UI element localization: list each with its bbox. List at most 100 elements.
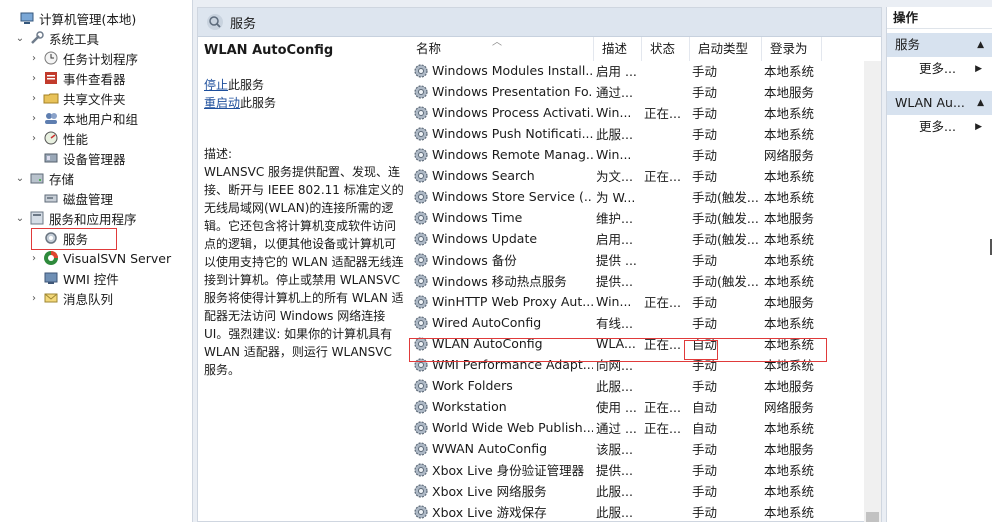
expand-right-icon[interactable]: › — [28, 113, 40, 124]
tree-item-label: 本地用户和组 — [63, 111, 139, 127]
selected-row-highlight — [409, 338, 827, 362]
tree-item[interactable]: ⌄ 系统工具 — [14, 28, 99, 48]
service-row[interactable]: Windows Update 启用... 手动(触发... 本地系统 — [408, 228, 881, 249]
restart-service-line: 重启动此服务 — [204, 94, 408, 112]
column-header-status[interactable]: 状态 — [642, 37, 690, 61]
service-description-cell: 通过... — [596, 85, 633, 100]
tree-item[interactable]: › VisualSVN Server — [28, 248, 171, 268]
service-row[interactable]: WWAN AutoConfig 该服... 手动 本地服务 — [408, 438, 881, 459]
service-row[interactable]: World Wide Web Publish... 通过 ... 正在... 自动 本地… — [408, 417, 881, 438]
service-row[interactable]: Windows Presentation Fo... 通过... 手动 本地服务 — [408, 81, 881, 102]
service-row[interactable]: Windows Process Activati... Win... 正在... 手动… — [408, 102, 881, 123]
tree-item[interactable]: › 共享文件夹 — [28, 88, 126, 108]
service-row[interactable]: Windows 移动热点服务 提供... 手动(触发... 本地系统 — [408, 270, 881, 291]
service-description-cell: 提供... — [596, 274, 633, 289]
collapse-up-icon[interactable]: ▲ — [977, 91, 984, 115]
service-status-cell: 正在... — [644, 421, 681, 436]
tree-item-label: 共享文件夹 — [63, 91, 126, 107]
service-description-cell: Win... — [596, 294, 632, 309]
vertical-scrollbar[interactable] — [864, 61, 881, 522]
service-startup-type-cell: 手动 — [692, 64, 718, 79]
service-row[interactable]: Wired AutoConfig 有线... 手动 本地系统 — [408, 312, 881, 333]
tree-item[interactable]: 设备管理器 — [28, 148, 126, 168]
tree-item[interactable]: › 本地用户和组 — [28, 108, 138, 128]
expand-right-icon[interactable]: › — [28, 73, 40, 84]
service-row[interactable]: Xbox Live 游戏保存 此服... 手动 本地系统 — [408, 501, 881, 522]
clock-icon — [43, 50, 59, 66]
services-list: 名称 ︿ 描述 状态 启动类型 登录为 Windows Modules Insta… — [408, 37, 881, 522]
actions-more-services[interactable]: 更多... ▶ — [887, 57, 992, 81]
tree-item-label: 性能 — [63, 131, 89, 147]
disk-icon — [43, 190, 59, 206]
service-startup-type-cell: 手动 — [692, 295, 718, 310]
service-row[interactable]: Work Folders 此服... 手动 本地服务 — [408, 375, 881, 396]
scrollbar-thumb[interactable] — [866, 512, 879, 522]
tree-item[interactable]: 磁盘管理 — [28, 188, 113, 208]
service-name-cell: Workstation — [408, 399, 593, 415]
service-row[interactable]: Workstation 使用 ... 正在... 自动 网络服务 — [408, 396, 881, 417]
restart-service-link[interactable]: 重启动 — [204, 96, 240, 110]
service-description-cell: 此服... — [596, 505, 633, 520]
service-startup-type-cell: 手动 — [692, 379, 718, 394]
actions-group-wlan[interactable]: WLAN Au... ▲ — [887, 91, 992, 115]
service-name-cell: Windows Time — [408, 210, 593, 226]
service-row[interactable]: Windows 备份 提供 ... 手动 本地系统 — [408, 249, 881, 270]
more-label: 更多... — [919, 119, 956, 134]
service-name-cell: Windows Push Notificati... — [408, 126, 593, 142]
service-logon-cell: 本地系统 — [764, 505, 815, 520]
tree-item-label: 事件查看器 — [63, 71, 126, 87]
service-row[interactable]: Windows Store Service (... 为 W... 手动(触发...… — [408, 186, 881, 207]
service-description-cell: Win... — [596, 147, 632, 162]
service-gear-icon — [414, 399, 428, 414]
tree-item[interactable]: 计算机管理(本地) — [4, 8, 136, 28]
service-gear-icon — [414, 147, 428, 162]
service-gear-icon — [414, 210, 428, 225]
expand-right-icon[interactable]: › — [28, 293, 40, 304]
service-row[interactable]: Xbox Live 身份验证管理器 提供... 手动 本地系统 — [408, 459, 881, 480]
actions-more-wlan[interactable]: 更多... ▶ — [887, 115, 992, 139]
tree-item[interactable]: › 事件查看器 — [28, 68, 126, 88]
services-panel: 服务 WLAN AutoConfig 停止此服务 重启动此服务 描述: WLAN… — [197, 7, 882, 522]
service-row[interactable]: Windows Time 维护... 手动(触发... 本地服务 — [408, 207, 881, 228]
service-row[interactable]: Xbox Live 网络服务 此服... 手动 本地系统 — [408, 480, 881, 501]
service-status-cell: 正在... — [644, 400, 681, 415]
service-logon-cell: 本地服务 — [764, 211, 815, 226]
tree-item[interactable]: ⌄ 服务和应用程序 — [14, 208, 137, 228]
service-row[interactable]: Windows Remote Manag... Win... 手动 网络服务 — [408, 144, 881, 165]
service-status-cell: 正在... — [644, 169, 681, 184]
actions-group-services[interactable]: 服务 ▲ — [887, 33, 992, 57]
column-header-name[interactable]: 名称 ︿ — [408, 37, 594, 61]
service-startup-type-cell: 手动(触发... — [692, 211, 759, 226]
expand-right-icon[interactable]: › — [28, 253, 40, 264]
service-startup-type-cell: 手动 — [692, 106, 718, 121]
panel-title: 服务 — [230, 16, 257, 32]
service-name-cell: Windows Update — [408, 231, 593, 247]
more-label: 更多... — [919, 61, 956, 76]
tree-item[interactable]: › 任务计划程序 — [28, 48, 138, 68]
expand-down-icon[interactable]: ⌄ — [14, 213, 26, 224]
service-row[interactable]: Windows Search 为文... 正在... 手动 本地系统 — [408, 165, 881, 186]
column-header-logon-as[interactable]: 登录为 — [762, 37, 822, 61]
service-name-cell: Windows Remote Manag... — [408, 147, 593, 163]
service-name: Windows Modules Install... — [432, 63, 593, 78]
tree-item[interactable]: › 性能 — [28, 128, 88, 148]
stop-service-link[interactable]: 停止 — [204, 78, 228, 92]
tree-item[interactable]: WMI 控件 — [28, 268, 119, 288]
service-gear-icon — [414, 84, 428, 99]
expand-right-icon[interactable]: › — [28, 133, 40, 144]
expand-down-icon[interactable]: ⌄ — [14, 173, 26, 184]
column-header-startup-type[interactable]: 启动类型 — [690, 37, 762, 61]
tree-item[interactable]: › 消息队列 — [28, 288, 113, 308]
column-header-description[interactable]: 描述 — [594, 37, 642, 61]
service-row[interactable]: WinHTTP Web Proxy Aut... Win... 正在... 手动 本地服… — [408, 291, 881, 312]
expand-right-icon[interactable]: › — [28, 53, 40, 64]
service-logon-cell: 本地系统 — [764, 127, 815, 142]
service-gear-icon — [414, 231, 428, 246]
service-detail-pane: WLAN AutoConfig 停止此服务 重启动此服务 描述: WLANSVC… — [198, 37, 408, 522]
expand-down-icon[interactable]: ⌄ — [14, 33, 26, 44]
tree-item[interactable]: ⌄ 存储 — [14, 168, 74, 188]
service-row[interactable]: Windows Modules Install... 启用 ... 手动 本地系统 — [408, 60, 881, 81]
expand-right-icon[interactable]: › — [28, 93, 40, 104]
collapse-up-icon[interactable]: ▲ — [977, 33, 984, 57]
service-row[interactable]: Windows Push Notificati... 此服... 手动 本地系统 — [408, 123, 881, 144]
